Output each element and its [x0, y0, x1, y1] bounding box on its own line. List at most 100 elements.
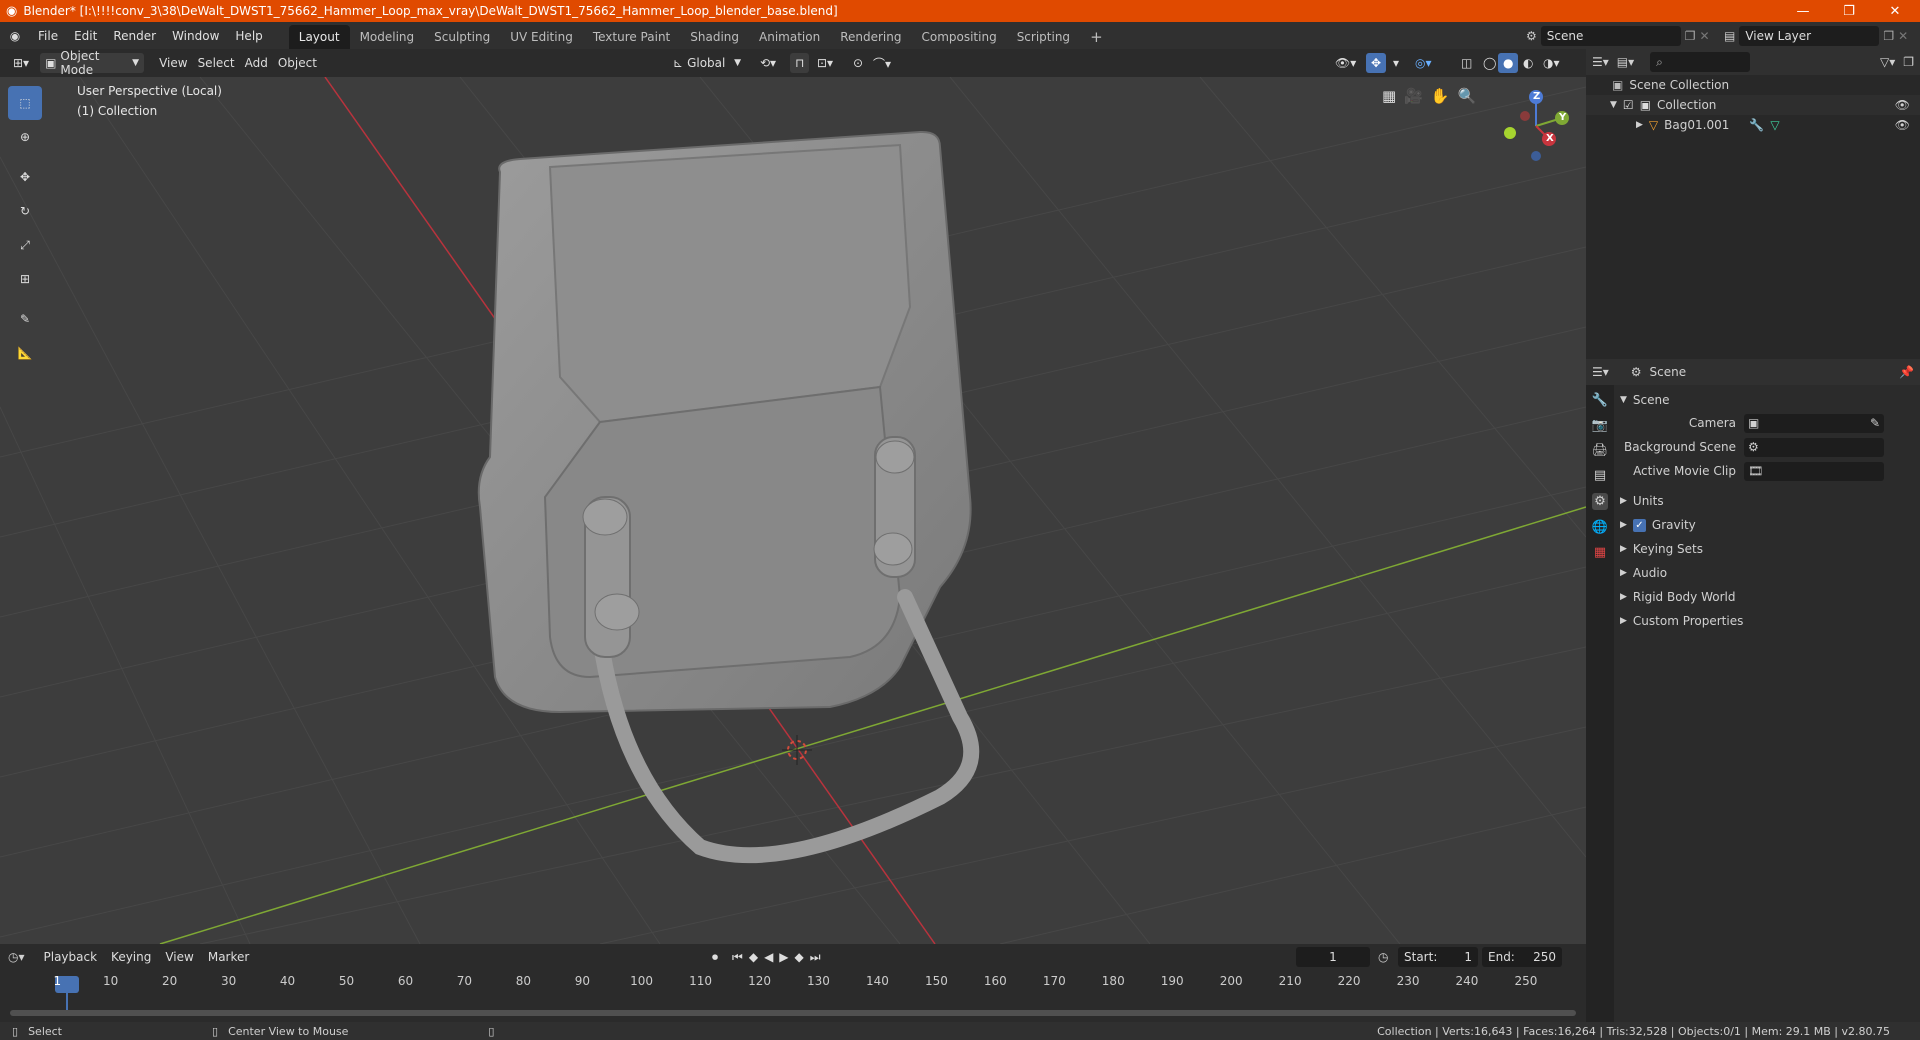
outliner-object[interactable]: Bag01.001 [1664, 118, 1729, 132]
solid-shading-icon[interactable]: ● [1498, 53, 1519, 73]
outliner-root[interactable]: Scene Collection [1629, 78, 1729, 92]
falloff-icon[interactable]: ⌒▾ [868, 53, 896, 73]
tab-sculpting[interactable]: Sculpting [424, 25, 500, 49]
menu-window[interactable]: Window [164, 22, 227, 49]
expand-arrow-icon[interactable]: ▶ [1620, 496, 1627, 506]
expand-arrow-icon[interactable]: ▶ [1636, 120, 1643, 130]
jump-end-icon[interactable]: ⏭ [810, 950, 821, 965]
timeline-ruler[interactable]: 1 10 20 30 40 50 60 70 80 90 100 110 120 130 140 150 160… [0, 974, 1586, 994]
menu-marker[interactable]: Marker [203, 947, 254, 967]
timeline-editor-icon[interactable]: ◷▾ [8, 950, 25, 964]
units-subpanel[interactable]: Units [1633, 494, 1664, 508]
overlays-icon[interactable]: ◎▾ [1410, 53, 1437, 73]
pin-icon[interactable]: 📌 [1899, 365, 1914, 379]
menu-file[interactable]: File [30, 22, 66, 49]
world-tab-icon[interactable]: 🌐 [1592, 520, 1608, 535]
move-tool-icon[interactable]: ✥ [8, 160, 42, 194]
gizmo-toggle-icon[interactable]: ✥ [1366, 53, 1387, 73]
filter-icon[interactable]: ▽▾ [1880, 55, 1895, 69]
xray-icon[interactable]: ◫ [1456, 53, 1477, 73]
snap-target-icon[interactable]: ⊡▾ [812, 53, 838, 73]
output-tab-icon[interactable]: 🖨 [1592, 443, 1609, 458]
new-scene-icon[interactable]: ❐ [1685, 29, 1696, 43]
menu-add[interactable]: Add [240, 53, 273, 73]
tab-modeling[interactable]: Modeling [350, 25, 425, 49]
orientation-dropdown[interactable]: ⊾ Global ▼ [668, 53, 746, 73]
annotate-tool-icon[interactable]: ✎ [8, 302, 42, 336]
eye-icon[interactable]: 👁 [1895, 118, 1910, 132]
menu-help[interactable]: Help [227, 22, 270, 49]
end-frame-field[interactable]: End: 250 [1482, 947, 1562, 967]
view-layer-tab-icon[interactable]: ▤ [1594, 468, 1606, 483]
collapse-arrow-icon[interactable]: ▼ [1620, 395, 1627, 405]
next-keyframe-icon[interactable]: ◆ [795, 950, 804, 965]
outliner-collection[interactable]: Collection [1657, 98, 1716, 112]
editor-type-icon[interactable]: ⊞▾ [8, 53, 34, 73]
menu-edit[interactable]: Edit [66, 22, 105, 49]
texture-tab-icon[interactable]: ▦ [1594, 545, 1606, 560]
blender-menu-icon[interactable]: ◉ [0, 29, 30, 43]
3d-viewport[interactable]: User Perspective (Local) (1) Collection … [0, 77, 1586, 944]
audio-subpanel[interactable]: Audio [1633, 566, 1667, 580]
tab-layout[interactable]: Layout [288, 25, 350, 49]
background-scene-field[interactable]: ⚙ [1744, 437, 1884, 457]
movie-clip-field[interactable]: 🎞 [1744, 461, 1884, 481]
rendered-shading-icon[interactable]: ◑▾ [1538, 53, 1565, 73]
tab-texture-paint[interactable]: Texture Paint [583, 25, 680, 49]
menu-render[interactable]: Render [105, 22, 164, 49]
prev-keyframe-icon[interactable]: ◆ [749, 950, 758, 965]
new-collection-icon[interactable]: ❐ [1903, 55, 1914, 69]
menu-playback[interactable]: Playback [39, 947, 103, 967]
new-view-layer-icon[interactable]: ❐ [1883, 29, 1894, 43]
transform-tool-icon[interactable]: ⊞ [8, 262, 42, 296]
scale-tool-icon[interactable]: ⤢ [8, 228, 42, 262]
camera-view-icon[interactable]: 🎥 [1404, 87, 1423, 105]
view-layer-selector[interactable]: View Layer [1739, 26, 1880, 46]
tool-tab-icon[interactable]: 🔧 [1592, 393, 1608, 408]
outliner-search-input[interactable]: ⌕ [1650, 52, 1751, 72]
remove-scene-icon[interactable]: ✕ [1700, 29, 1710, 43]
eyedropper-icon[interactable]: ✎ [1870, 416, 1880, 430]
tab-rendering[interactable]: Rendering [830, 25, 911, 49]
play-reverse-icon[interactable]: ◀ [764, 950, 773, 965]
rotate-tool-icon[interactable]: ↻ [8, 194, 42, 228]
menu-timeline-view[interactable]: View [160, 947, 198, 967]
expand-arrow-icon[interactable]: ▶ [1620, 616, 1627, 626]
start-frame-field[interactable]: Start: 1 [1398, 947, 1478, 967]
3d-cursor[interactable] [782, 735, 812, 765]
clock-icon[interactable]: ◷ [1378, 950, 1388, 964]
display-mode-icon[interactable]: ▤▾ [1617, 55, 1634, 69]
pan-hand-icon[interactable]: ✋ [1431, 87, 1450, 105]
rigid-body-world-subpanel[interactable]: Rigid Body World [1633, 590, 1736, 604]
keying-sets-subpanel[interactable]: Keying Sets [1633, 542, 1703, 556]
mode-dropdown[interactable]: ▣ Object Mode ▼ [40, 49, 145, 77]
current-frame-field[interactable]: 1 [1296, 947, 1370, 967]
gravity-subpanel[interactable]: Gravity [1652, 518, 1696, 532]
expand-arrow-icon[interactable]: ▶ [1620, 568, 1627, 578]
record-icon[interactable]: ⏺ [712, 950, 718, 965]
close-button[interactable]: ✕ [1872, 0, 1918, 22]
jump-start-icon[interactable]: ⏮ [732, 950, 743, 965]
play-icon[interactable]: ▶ [779, 950, 788, 965]
camera-field[interactable]: ▣ ✎ [1744, 413, 1884, 433]
collection-checkbox[interactable]: ☑ [1623, 98, 1634, 112]
outliner-editor-icon[interactable]: ☰▾ [1592, 55, 1609, 69]
scene-tab-icon[interactable]: ⚙ [1592, 493, 1608, 510]
menu-select[interactable]: Select [193, 53, 240, 73]
cursor-tool-icon[interactable]: ⊕ [8, 120, 42, 154]
remove-view-layer-icon[interactable]: ✕ [1898, 29, 1908, 43]
timeline-scrollbar[interactable] [10, 1010, 1576, 1016]
scene-panel-title[interactable]: Scene [1633, 393, 1670, 407]
scene-selector[interactable]: Scene [1540, 26, 1681, 46]
expand-arrow-icon[interactable]: ▶ [1620, 544, 1627, 554]
expand-arrow-icon[interactable]: ▶ [1620, 520, 1627, 530]
bag-model[interactable] [477, 130, 980, 864]
tab-uv-editing[interactable]: UV Editing [500, 25, 583, 49]
menu-view[interactable]: View [154, 53, 192, 73]
visibility-icon[interactable]: 👁▾ [1330, 53, 1361, 73]
minimize-button[interactable]: — [1780, 0, 1826, 22]
snap-icon[interactable]: ⊓ [790, 53, 810, 73]
add-workspace-button[interactable]: + [1080, 25, 1113, 49]
pivot-icon[interactable]: ⟲▾ [755, 53, 781, 73]
custom-properties-subpanel[interactable]: Custom Properties [1633, 614, 1743, 628]
